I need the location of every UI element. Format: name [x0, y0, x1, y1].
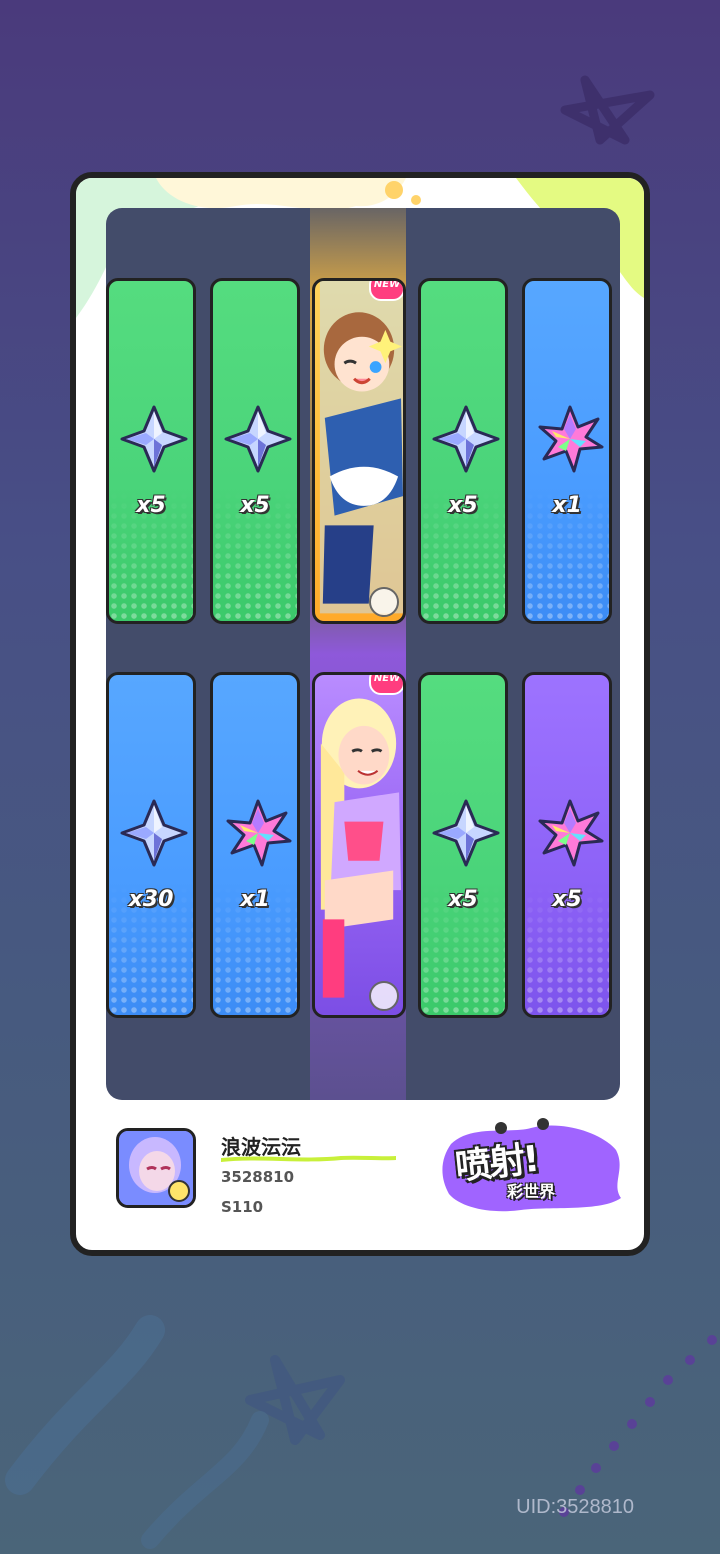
reward-quantity: x5 [136, 493, 166, 518]
result-card: x5 x5 NEW x5 x1 x30 x1 NEW x5 x5 浪波沄沄 35… [70, 172, 650, 1256]
character-tile[interactable]: NEW [312, 672, 406, 1018]
rewards-panel: x5 x5 NEW x5 x1 x30 x1 NEW x5 x5 [106, 208, 620, 1100]
rainbow-leaf-icon [226, 799, 292, 867]
player-info-footer: 浪波沄沄 3528810 S110 喷射! 彩世界 [76, 1100, 644, 1250]
reward-tile[interactable]: x5 [106, 278, 196, 624]
reward-tile[interactable]: x5 [418, 672, 508, 1018]
reward-quantity: x1 [552, 493, 582, 518]
reward-tile[interactable]: x30 [106, 672, 196, 1018]
logo-subtitle: 彩世界 [507, 1182, 556, 1201]
player-uid: 3528810 [221, 1168, 295, 1186]
gun-badge-icon [369, 587, 399, 617]
reward-quantity: x5 [448, 887, 478, 912]
reward-tile[interactable]: x1 [210, 672, 300, 1018]
game-logo: 喷射! 彩世界 [431, 1114, 631, 1224]
rewards-row-2: x30 x1 NEW x5 x5 [106, 672, 620, 1020]
character-portrait [320, 698, 402, 998]
star-crystal-icon [432, 405, 500, 473]
rainbow-leaf-icon [538, 799, 604, 867]
reward-quantity: x1 [240, 887, 270, 912]
rewards-row-1: x5 x5 NEW x5 x1 [106, 278, 620, 626]
reward-tile[interactable]: x5 [418, 278, 508, 624]
avatar-portrait [119, 1131, 193, 1205]
reward-quantity: x5 [240, 493, 270, 518]
avatar[interactable] [116, 1128, 196, 1208]
star-crystal-icon [120, 799, 188, 867]
rainbow-leaf-icon [538, 405, 604, 473]
footer-uid: UID:3528810 [516, 1496, 634, 1518]
character-portrait [319, 281, 403, 614]
new-badge: NEW [369, 675, 403, 695]
star-crystal-icon [120, 405, 188, 473]
reward-quantity: x5 [448, 493, 478, 518]
star-crystal-icon [224, 405, 292, 473]
reward-tile[interactable]: x5 [210, 278, 300, 624]
new-badge: NEW [369, 281, 403, 301]
character-tile[interactable]: NEW [312, 278, 406, 624]
reward-quantity: x30 [128, 887, 174, 912]
reward-tile[interactable]: x1 [522, 278, 612, 624]
reward-tile[interactable]: x5 [522, 672, 612, 1018]
player-server: S110 [221, 1198, 264, 1216]
nickname-underline-decoration [221, 1155, 396, 1162]
star-crystal-icon [432, 799, 500, 867]
reward-quantity: x5 [552, 887, 582, 912]
gun-badge-icon [369, 981, 399, 1011]
